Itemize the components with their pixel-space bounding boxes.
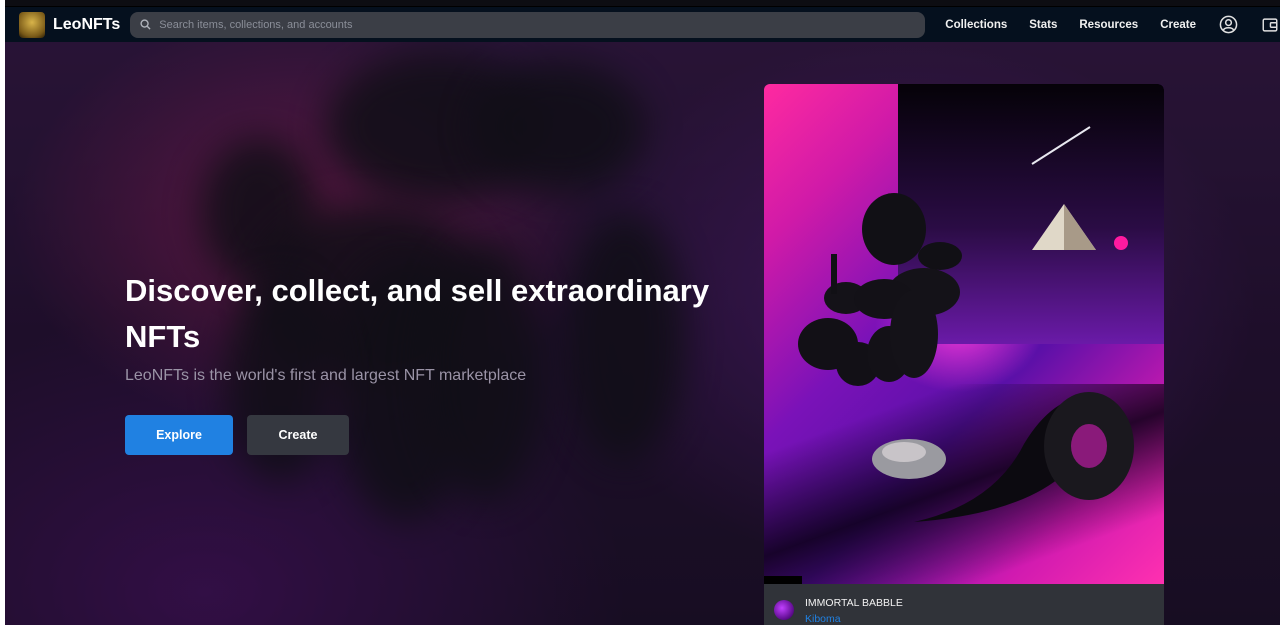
create-button[interactable]: Create bbox=[247, 415, 349, 455]
featured-nft-title: IMMORTAL BABBLE bbox=[805, 597, 903, 609]
search-input[interactable] bbox=[159, 18, 920, 31]
featured-nft-card[interactable]: IMMORTAL BABBLE Kiboma bbox=[764, 84, 1164, 625]
creator-avatar[interactable] bbox=[774, 600, 794, 620]
account-icon[interactable] bbox=[1218, 15, 1238, 35]
carousel-indicator bbox=[764, 576, 802, 584]
search-bar[interactable] bbox=[130, 11, 926, 38]
logo-icon bbox=[19, 11, 45, 38]
window-edge-left bbox=[0, 0, 5, 625]
top-navbar: LeoNFTs Collections Stats Resources Crea… bbox=[5, 6, 1280, 42]
hero-subhead: LeoNFTs is the world's first and largest… bbox=[125, 367, 527, 384]
page: LeoNFTs Collections Stats Resources Crea… bbox=[0, 0, 1286, 625]
window-edge-right bbox=[1280, 0, 1286, 625]
hero-headline: Discover, collect, and sell extraordinar… bbox=[125, 273, 710, 354]
search-icon bbox=[140, 15, 151, 34]
nav-link-stats[interactable]: Stats bbox=[1029, 19, 1057, 31]
explore-button[interactable]: Explore bbox=[125, 415, 233, 455]
nav-link-create[interactable]: Create bbox=[1160, 19, 1196, 31]
brand-logo[interactable]: LeoNFTs bbox=[19, 11, 121, 38]
nav-link-collections[interactable]: Collections bbox=[945, 19, 1007, 31]
brand-name: LeoNFTs bbox=[53, 15, 121, 33]
featured-nft-image[interactable] bbox=[764, 84, 1164, 584]
wallet-icon[interactable] bbox=[1260, 15, 1280, 35]
nav-links: Collections Stats Resources Create bbox=[945, 15, 1280, 35]
featured-nft-info: IMMORTAL BABBLE Kiboma bbox=[764, 584, 1164, 625]
nav-link-resources[interactable]: Resources bbox=[1079, 19, 1138, 31]
featured-nft-creator-link[interactable]: Kiboma bbox=[805, 613, 841, 625]
